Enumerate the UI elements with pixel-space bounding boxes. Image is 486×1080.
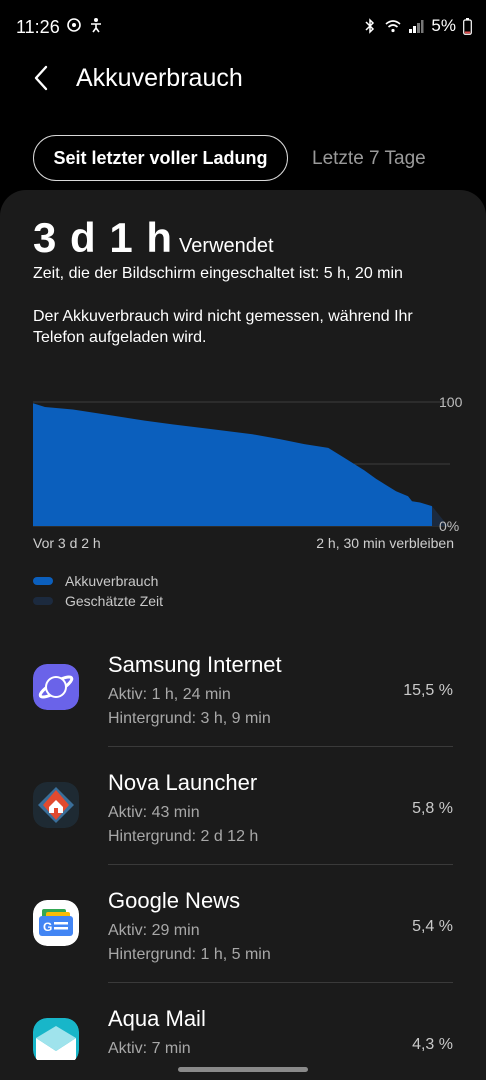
legend-label: Geschätzte Zeit — [65, 593, 164, 609]
app-background-time: Hintergrund: 1 h, 5 min — [108, 946, 271, 963]
tab-label: Seit letzter voller Ladung — [53, 147, 268, 168]
app-percent: 5,8 % — [412, 800, 453, 817]
app-name: Google News — [108, 888, 241, 913]
google-news-icon: G — [33, 900, 79, 946]
status-time: 11:26 — [16, 17, 60, 37]
status-bar: 11:26 5% — [0, 0, 486, 56]
app-row-samsung-internet[interactable]: Samsung Internet Aktiv: 1 h, 24 min Hint… — [0, 652, 486, 770]
aqua-mail-icon — [33, 1018, 79, 1060]
tab-label: Letzte 7 Tage — [312, 148, 426, 169]
navigation-handle[interactable] — [178, 1067, 308, 1072]
tab-since-full-charge[interactable]: Seit letzter voller Ladung — [33, 135, 288, 181]
app-percent: 15,5 % — [403, 682, 453, 699]
wifi-icon — [385, 20, 401, 33]
page-title: Akkuverbrauch — [76, 64, 243, 92]
app-background-time: Hintergrund: 3 h, 9 min — [108, 710, 271, 727]
bluetooth-icon — [365, 18, 375, 34]
app-background-time: Hintergrund: 2 d 12 h — [108, 828, 259, 845]
signal-icon — [409, 20, 424, 33]
list-divider — [108, 746, 453, 747]
samsung-internet-icon — [33, 664, 79, 710]
app-active-time: Aktiv: 1 h, 24 min — [108, 686, 231, 703]
app-bar: Akkuverbrauch — [0, 56, 486, 102]
legend-label: Akkuverbrauch — [65, 573, 159, 589]
nova-launcher-icon — [33, 782, 79, 828]
usage-summary: 3 d 1 h Verwendet — [33, 214, 274, 262]
battery-chart: 100 0% — [33, 394, 463, 534]
list-divider — [108, 864, 453, 865]
battery-percent: 5% — [431, 16, 456, 35]
sync-icon — [67, 18, 81, 32]
chart-x-label-left: Vor 3 d 2 h — [33, 535, 101, 551]
back-arrow-icon[interactable] — [26, 62, 58, 94]
app-name: Nova Launcher — [108, 770, 258, 795]
list-divider — [108, 982, 453, 983]
app-active-time: Aktiv: 43 min — [108, 804, 200, 821]
y-tick-top: 100 — [439, 394, 463, 410]
usage-label: Verwendet — [179, 235, 274, 257]
app-active-time: Aktiv: 29 min — [108, 922, 200, 939]
usage-value: 3 d 1 h — [33, 214, 174, 261]
app-row-google-news[interactable]: G Google News Aktiv: 29 min Hintergrund:… — [0, 888, 486, 1006]
legend-swatch — [33, 597, 53, 605]
chart-x-label-right: 2 h, 30 min verbleiben — [316, 535, 454, 551]
svg-text:G: G — [43, 920, 52, 934]
app-row-nova-launcher[interactable]: Nova Launcher Aktiv: 43 min Hintergrund:… — [0, 770, 486, 888]
app-row-aqua-mail[interactable]: Aqua Mail Aktiv: 7 min 4,3 % — [0, 1006, 486, 1060]
battery-icon — [463, 17, 472, 35]
screen-on-time: Zeit, die der Bildschirm eingeschaltet i… — [33, 265, 403, 282]
accessibility-icon — [91, 18, 101, 33]
app-active-time: Aktiv: 7 min — [108, 1040, 191, 1057]
chart-legend: Akkuverbrauch Geschätzte Zeit — [33, 571, 163, 611]
app-name: Aqua Mail — [108, 1006, 206, 1031]
legend-swatch — [33, 577, 53, 585]
tab-last-7-days[interactable]: Letzte 7 Tage — [312, 148, 426, 170]
app-percent: 4,3 % — [412, 1036, 453, 1053]
app-percent: 5,4 % — [412, 918, 453, 935]
legend-item: Geschätzte Zeit — [33, 591, 163, 611]
battery-usage-area — [33, 403, 432, 526]
charging-note: Der Akkuverbrauch wird nicht gemessen, w… — [33, 308, 413, 346]
legend-item: Akkuverbrauch — [33, 571, 163, 591]
app-name: Samsung Internet — [108, 652, 282, 677]
y-tick-bottom: 0% — [439, 518, 459, 534]
